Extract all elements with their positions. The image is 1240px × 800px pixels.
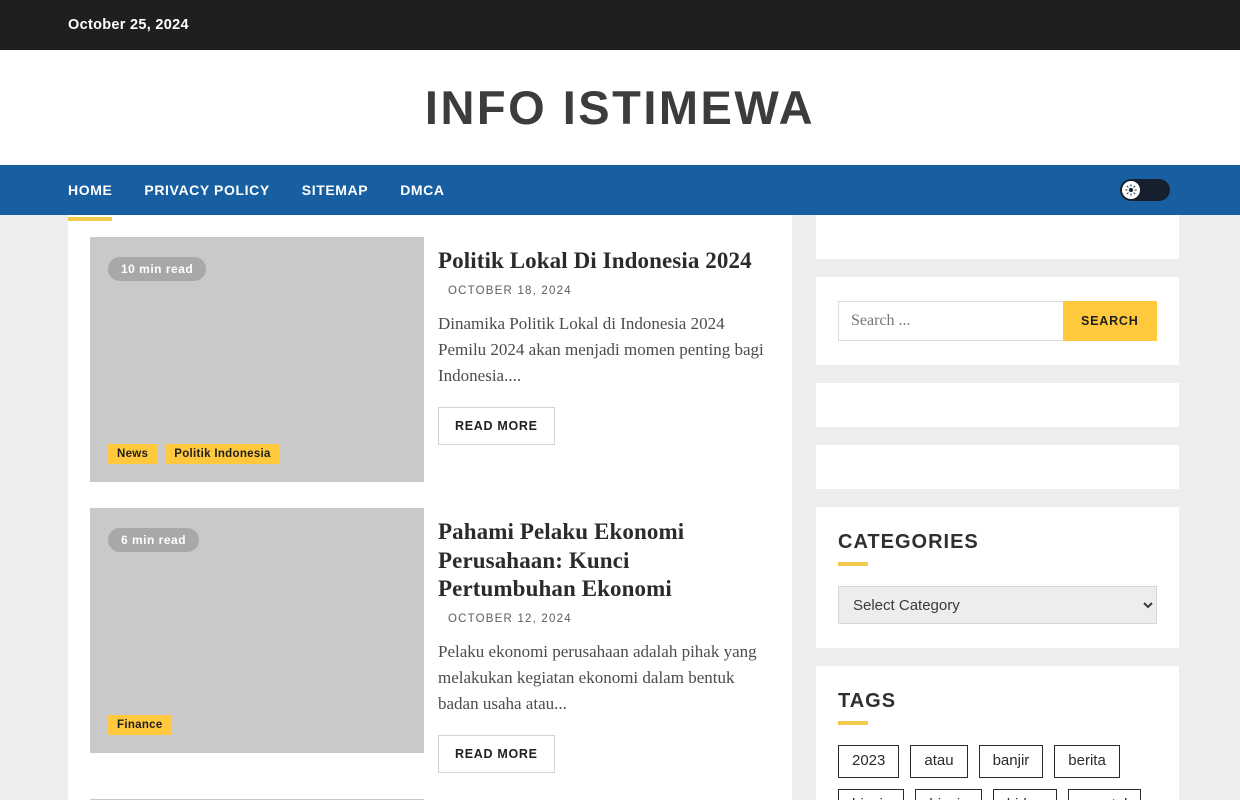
sidebar-widget-tags: TAGS 2023 atau banjir berita bisnis bisn…	[816, 666, 1179, 800]
nav-item-list: HOME PRIVACY POLICY SITEMAP DMCA	[68, 166, 477, 221]
article-title[interactable]: Politik Lokal Di Indonesia 2024	[438, 247, 770, 276]
article-category-tags: News Politik Indonesia	[108, 444, 280, 464]
nav-item-sitemap[interactable]: SITEMAP	[302, 166, 368, 214]
sidebar-widget-empty-top	[816, 215, 1179, 259]
article-card[interactable]: 6 min read Finance Pahami Pelaku Ekonomi…	[68, 508, 792, 773]
page-body: 10 min read News Politik Indonesia Polit…	[0, 215, 1240, 800]
search-form: SEARCH	[838, 301, 1157, 341]
tag-link[interactable]: banjir	[978, 745, 1044, 778]
masthead: INFO ISTIMEWA	[0, 50, 1240, 165]
dark-mode-toggle[interactable]	[1120, 179, 1170, 201]
tag-link[interactable]: mental	[1068, 788, 1142, 800]
site-title[interactable]: INFO ISTIMEWA	[425, 84, 815, 131]
tag-link[interactable]: bisnis	[838, 788, 905, 800]
category-chip[interactable]: Finance	[108, 715, 172, 735]
article-excerpt: Dinamika Politik Lokal di Indonesia 2024…	[438, 313, 764, 385]
tag-link[interactable]: berita	[1054, 745, 1120, 778]
article-body: Politik Lokal Di Indonesia 2024 OCTOBER …	[438, 237, 770, 482]
nav-item-dmca[interactable]: DMCA	[400, 166, 444, 214]
article-body: Pahami Pelaku Ekonomi Perusahaan: Kunci …	[438, 508, 770, 773]
category-chip[interactable]: Politik Indonesia	[165, 444, 280, 464]
nav-right-area	[1120, 179, 1170, 201]
article-thumbnail[interactable]: 6 min read Finance	[90, 508, 424, 753]
article-category-tags: Finance	[108, 715, 172, 735]
article-card[interactable]: 10 min read News Politik Indonesia Polit…	[68, 237, 792, 482]
read-time-badge: 6 min read	[108, 528, 200, 552]
article-list: 10 min read News Politik Indonesia Polit…	[68, 215, 792, 800]
current-date: October 25, 2024	[68, 17, 189, 33]
tag-link[interactable]: hidup	[992, 788, 1058, 800]
topbar: October 25, 2024	[0, 0, 1240, 50]
article-thumbnail[interactable]: 10 min read News Politik Indonesia	[90, 237, 424, 482]
nav-item-privacy-policy[interactable]: PRIVACY POLICY	[144, 166, 269, 214]
tag-cloud: 2023 atau banjir berita bisnis bisnis hi…	[838, 745, 1157, 800]
tag-link[interactable]: atau	[910, 745, 968, 778]
category-chip[interactable]: News	[108, 444, 158, 464]
tag-link[interactable]: bisnis	[915, 788, 982, 800]
categories-heading: CATEGORIES	[838, 531, 1157, 566]
article-excerpt: Pelaku ekonomi perusahaan adalah pihak y…	[438, 641, 757, 713]
sidebar-widget-categories: CATEGORIES Select Category	[816, 507, 1179, 648]
article-title[interactable]: Pahami Pelaku Ekonomi Perusahaan: Kunci …	[438, 518, 770, 604]
read-more-button[interactable]: READ MORE	[438, 406, 555, 445]
sidebar-widget-empty-middle	[816, 383, 1179, 427]
sidebar-widget-search: SEARCH	[816, 277, 1179, 365]
main-navigation: HOME PRIVACY POLICY SITEMAP DMCA	[0, 165, 1240, 221]
article-date: OCTOBER 12, 2024	[448, 612, 572, 625]
search-input[interactable]	[838, 301, 1063, 341]
sidebar-widget-empty-lower	[816, 445, 1179, 489]
read-time-badge: 10 min read	[108, 257, 207, 281]
tag-link[interactable]: 2023	[838, 745, 900, 778]
tags-heading: TAGS	[838, 690, 1157, 725]
sidebar: SEARCH CATEGORIES Select Category TAGS 2…	[816, 215, 1179, 800]
article-date: OCTOBER 18, 2024	[448, 284, 572, 297]
nav-item-home[interactable]: HOME	[68, 166, 113, 221]
toggle-knob	[1122, 181, 1140, 199]
sun-icon	[1125, 184, 1137, 196]
read-more-button[interactable]: READ MORE	[438, 734, 555, 773]
search-button[interactable]: SEARCH	[1063, 301, 1157, 341]
category-select[interactable]: Select Category	[838, 586, 1157, 624]
